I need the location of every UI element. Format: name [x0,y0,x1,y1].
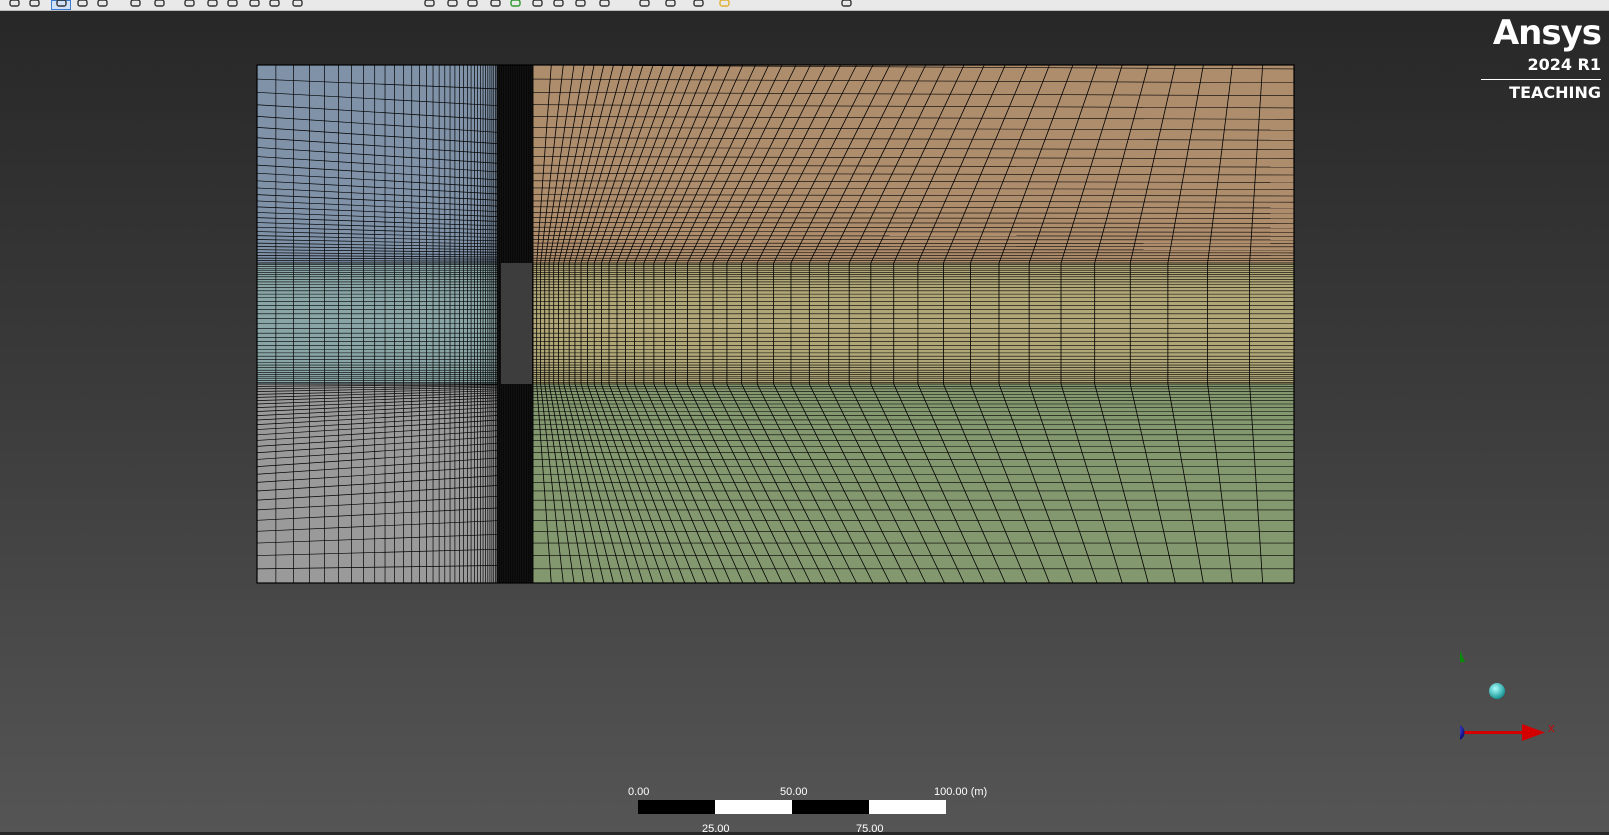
scale-segment-1 [638,800,715,814]
coordinate-triad[interactable]: Y X [1460,630,1609,760]
x-axis-label: X [1548,724,1555,735]
logo-version: 2024 R1 [1481,56,1601,74]
zoom-fit-icon[interactable] [8,0,22,8]
scale-segment-4 [869,800,946,814]
zoom-box-icon[interactable] [28,0,42,8]
render-icon[interactable] [96,0,110,8]
select-face-icon[interactable] [466,0,480,8]
zoom-next-icon[interactable] [291,0,305,8]
y-axis-label: Y [1460,630,1461,632]
x-axis [1460,731,1523,734]
logo-brand: Ansys [1481,14,1601,52]
zoom-out-icon[interactable] [226,0,240,8]
mesh-display [0,10,1609,832]
y-axis-arrow [1460,642,1465,662]
select-body-icon[interactable] [489,0,503,8]
z-axis-sphere [1460,725,1465,741]
select-mode-icon[interactable] [55,0,69,8]
triad-graphic: Y X [1460,630,1609,760]
scale-label-25: 25.00 [702,823,730,835]
scale-label-50: 50.00 [780,786,808,798]
rotate-icon[interactable] [76,0,90,8]
logo-divider [1481,79,1601,80]
annotation-icon[interactable] [692,0,706,8]
lock-icon[interactable] [129,0,143,8]
wireframe-icon[interactable] [638,0,652,8]
scale-segment-2 [715,800,792,814]
select-multi-icon[interactable] [531,0,545,8]
scale-bar: 0.00 50.00 100.00 (m) 25.00 75.00 [600,780,1000,832]
select-edge-icon[interactable] [446,0,460,8]
ansys-logo: Ansys 2024 R1 TEACHING [1481,14,1601,104]
x-axis-arrow [1522,724,1545,741]
show-mesh-icon[interactable] [664,0,678,8]
select-vertex-icon[interactable] [423,0,437,8]
graphics-viewport[interactable] [0,10,1609,832]
zoom-previous-icon[interactable] [268,0,282,8]
scale-label-100: 100.00 (m) [934,786,987,798]
zoom-window-icon[interactable] [248,0,262,8]
iso-view-sphere[interactable] [1489,683,1505,699]
cursor-icon[interactable] [598,0,612,8]
zoom-in-icon[interactable] [206,0,220,8]
scale-label-75: 75.00 [856,823,884,835]
pointer-icon[interactable] [183,0,197,8]
select-adjacent-icon[interactable] [574,0,588,8]
scale-label-0: 0.00 [628,786,649,798]
color-icon[interactable] [718,0,732,8]
obstacle-hole [501,263,532,384]
view-icon[interactable] [840,0,854,8]
refresh-icon[interactable] [153,0,167,8]
logo-edition: TEACHING [1481,84,1601,102]
scale-segment-3 [792,800,869,814]
select-extend-icon[interactable] [552,0,566,8]
select-green-icon[interactable] [509,0,523,8]
